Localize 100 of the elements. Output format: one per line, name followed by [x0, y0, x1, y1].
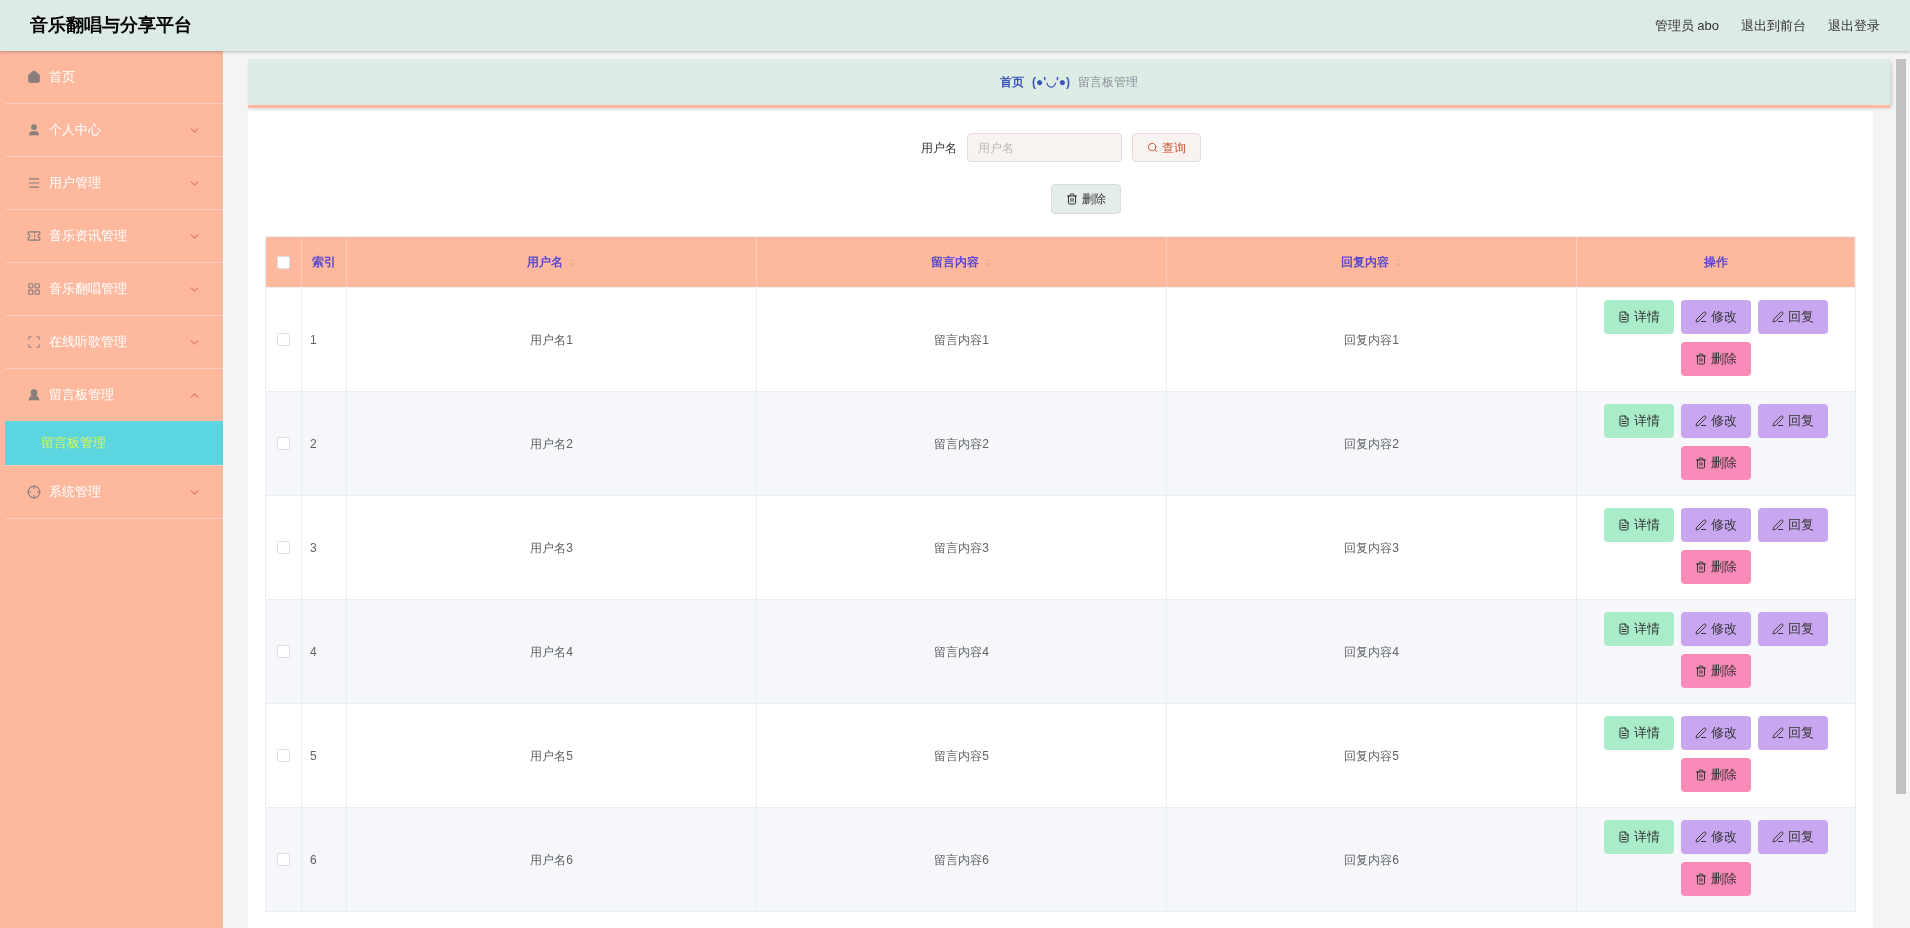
bulk-delete-button[interactable]: 删除 — [1050, 184, 1121, 214]
edit-button[interactable]: 修改 — [1681, 716, 1751, 750]
detail-button[interactable]: 详情 — [1604, 716, 1674, 750]
table-cell-text: 留言内容6 — [934, 851, 989, 869]
table-cell-text: 用户名4 — [530, 643, 573, 661]
pen-icon — [1772, 519, 1784, 531]
table-cell-text: 留言内容4 — [934, 643, 989, 661]
document-icon — [1618, 519, 1630, 531]
grid-icon — [27, 282, 41, 296]
pen-icon — [1772, 415, 1784, 427]
delete-button[interactable]: 删除 — [1681, 758, 1751, 792]
delete-button[interactable]: 删除 — [1681, 446, 1751, 480]
trash-icon — [1695, 353, 1707, 365]
crosshair-icon — [27, 485, 41, 499]
table-cell-text: 用户名6 — [530, 851, 573, 869]
trash-icon — [1695, 873, 1707, 885]
breadcrumb-link[interactable]: 首页 — [999, 73, 1024, 91]
reply-button[interactable]: 回复 — [1758, 508, 1828, 542]
header-link[interactable]: 退出到前台 — [1741, 15, 1806, 36]
column-header[interactable]: 留言内容 — [930, 253, 979, 271]
pen-icon — [1695, 831, 1707, 843]
row-checkbox[interactable] — [277, 437, 290, 450]
sort-icon[interactable] — [1392, 257, 1403, 267]
field-label: 用户名 — [920, 139, 957, 157]
pen-icon — [1695, 727, 1707, 739]
row-checkbox[interactable] — [277, 645, 290, 658]
scan-icon — [27, 335, 41, 349]
table-cell-text: 留言内容3 — [934, 539, 989, 557]
table-cell-text: 6 — [310, 851, 317, 869]
scrollbar[interactable] — [1896, 59, 1906, 794]
search-button[interactable]: 查询 — [1131, 133, 1201, 162]
table-cell-text: 回复内容4 — [1344, 643, 1399, 661]
column-header: 索引 — [312, 254, 336, 271]
pen-icon — [1695, 311, 1707, 323]
row-checkbox[interactable] — [277, 853, 290, 866]
username-input[interactable]: 用户名 — [966, 133, 1122, 162]
table-cell-text: 留言内容5 — [934, 747, 989, 765]
header-link[interactable]: 退出登录 — [1828, 15, 1880, 36]
delete-button[interactable]: 删除 — [1681, 550, 1751, 584]
table-cell-text: 回复内容6 — [1344, 851, 1399, 869]
search-icon — [1146, 142, 1158, 153]
pen-icon — [1772, 831, 1784, 843]
table-cell-text: 用户名5 — [530, 747, 573, 765]
detail-button[interactable]: 详情 — [1604, 508, 1674, 542]
app-title: 音乐翻唱与分享平台 — [30, 14, 193, 37]
row-checkbox[interactable] — [277, 333, 290, 346]
column-header[interactable]: 回复内容 — [1340, 253, 1389, 271]
sort-icon[interactable] — [982, 257, 993, 267]
pen-icon — [1772, 311, 1784, 323]
breadcrumb-current: 留言板管理 — [1078, 74, 1139, 91]
delete-button[interactable]: 删除 — [1681, 654, 1751, 688]
document-icon — [1618, 623, 1630, 635]
reply-button[interactable]: 回复 — [1758, 404, 1828, 438]
trash-icon — [1695, 665, 1707, 677]
table-cell-text: 留言内容1 — [934, 331, 989, 349]
column-header: 操作 — [1703, 254, 1728, 271]
table-cell-text: 回复内容5 — [1344, 747, 1399, 765]
reply-button[interactable]: 回复 — [1758, 820, 1828, 854]
edit-button[interactable]: 修改 — [1681, 508, 1751, 542]
row-checkbox[interactable] — [277, 541, 290, 554]
detail-button[interactable]: 详情 — [1604, 612, 1674, 646]
header-link[interactable]: 管理员 abo — [1654, 15, 1719, 36]
document-icon — [1618, 727, 1630, 739]
table-cell-text: 4 — [310, 643, 317, 661]
delete-button[interactable]: 删除 — [1681, 862, 1751, 896]
trash-icon — [1695, 457, 1707, 469]
select-all-checkbox[interactable] — [277, 255, 290, 269]
document-icon — [1618, 311, 1630, 323]
home-icon — [27, 70, 41, 84]
table-cell-text: 用户名1 — [530, 331, 573, 349]
breadcrumb-separator: (●'◡'●) — [1031, 74, 1071, 91]
edit-button[interactable]: 修改 — [1681, 612, 1751, 646]
detail-button[interactable]: 详情 — [1604, 404, 1674, 438]
user-icon — [27, 388, 41, 402]
column-header[interactable]: 用户名 — [526, 253, 563, 271]
sort-icon[interactable] — [566, 257, 577, 267]
document-icon — [1618, 415, 1630, 427]
table-cell-text: 1 — [310, 331, 317, 349]
pen-icon — [1695, 415, 1707, 427]
trash-icon — [1065, 193, 1078, 205]
detail-button[interactable]: 详情 — [1604, 820, 1674, 854]
user-icon — [27, 123, 41, 137]
menu-icon — [27, 176, 41, 190]
reply-button[interactable]: 回复 — [1758, 300, 1828, 334]
edit-button[interactable]: 修改 — [1681, 820, 1751, 854]
reply-button[interactable]: 回复 — [1758, 716, 1828, 750]
table-cell-text: 3 — [310, 539, 317, 557]
trash-icon — [1695, 561, 1707, 573]
document-icon — [1618, 831, 1630, 843]
edit-button[interactable]: 修改 — [1681, 404, 1751, 438]
table-cell-text: 5 — [310, 747, 317, 765]
trash-icon — [1695, 769, 1707, 781]
pen-icon — [1695, 519, 1707, 531]
table-cell-text: 回复内容3 — [1344, 539, 1399, 557]
detail-button[interactable]: 详情 — [1604, 300, 1674, 334]
ticket-icon — [27, 229, 41, 243]
edit-button[interactable]: 修改 — [1681, 300, 1751, 334]
reply-button[interactable]: 回复 — [1758, 612, 1828, 646]
row-checkbox[interactable] — [277, 749, 290, 762]
delete-button[interactable]: 删除 — [1681, 342, 1751, 376]
